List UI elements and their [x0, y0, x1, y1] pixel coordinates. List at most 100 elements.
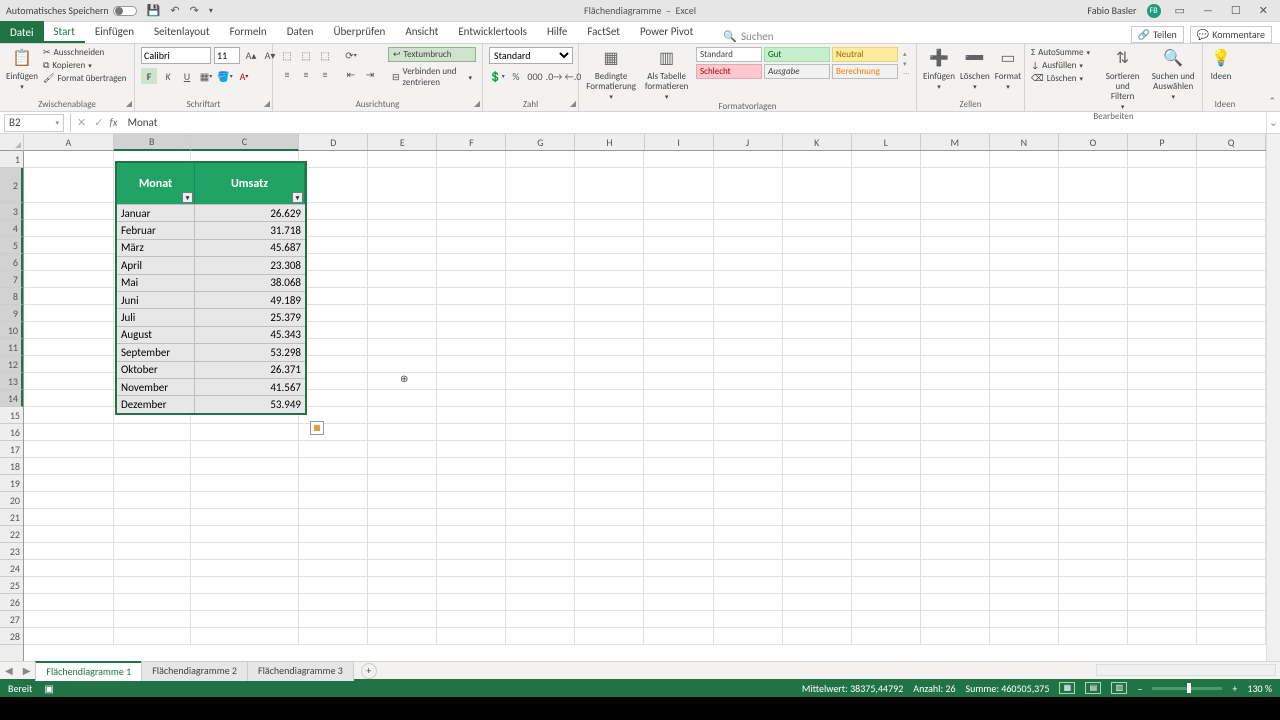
- ribbon-tab-formeln[interactable]: Formeln: [220, 22, 277, 43]
- table-row[interactable]: Mai38.068: [117, 274, 305, 291]
- cut-button[interactable]: ✂Ausschneiden: [43, 47, 127, 58]
- column-header-I[interactable]: I: [645, 134, 714, 150]
- row-header-16[interactable]: 16: [0, 424, 23, 441]
- cell-style-gut[interactable]: Gut: [764, 47, 830, 62]
- row-header-13[interactable]: 13: [0, 373, 23, 390]
- qat-customize-icon[interactable]: ▾: [209, 6, 213, 16]
- comma-format-icon[interactable]: 000: [527, 68, 543, 84]
- comments-button[interactable]: 💬Kommentare: [1190, 26, 1272, 43]
- row-header-10[interactable]: 10: [0, 322, 23, 339]
- row-header-2[interactable]: 2: [0, 168, 23, 203]
- ribbon-tab-hilfe[interactable]: Hilfe: [537, 22, 577, 43]
- font-launcher-icon[interactable]: ◢: [264, 99, 270, 109]
- autosum-button[interactable]: ΣAutoSumme▾: [1031, 47, 1095, 58]
- ribbon-tab-entwicklertools[interactable]: Entwicklertools: [448, 22, 537, 43]
- fx-icon[interactable]: fx: [109, 116, 117, 129]
- row-header-4[interactable]: 4: [0, 220, 23, 237]
- increase-indent-icon[interactable]: ⇥: [362, 66, 378, 82]
- row-header-21[interactable]: 21: [0, 509, 23, 526]
- table-row[interactable]: September53.298: [117, 343, 305, 360]
- cell-style-berechnung[interactable]: Berechnung: [832, 64, 898, 79]
- table-row[interactable]: Februar31.718: [117, 221, 305, 238]
- horizontal-scrollbar[interactable]: [1096, 664, 1276, 676]
- normal-view-icon[interactable]: ▦: [1059, 682, 1075, 694]
- ribbon-display-icon[interactable]: ▭: [1171, 4, 1189, 17]
- enter-formula-icon[interactable]: ✓: [94, 116, 103, 129]
- font-color-button[interactable]: A▾: [236, 68, 252, 84]
- column-header-N[interactable]: N: [990, 134, 1059, 150]
- column-header-F[interactable]: F: [437, 134, 506, 150]
- filter-icon[interactable]: ▾: [182, 192, 193, 203]
- table-row[interactable]: November41.567: [117, 378, 305, 395]
- page-break-view-icon[interactable]: ▥: [1111, 682, 1127, 694]
- format-as-table-button[interactable]: ▥Als Tabelle formatieren▾: [642, 47, 691, 100]
- table-row[interactable]: März45.687: [117, 239, 305, 256]
- table-row[interactable]: August45.343: [117, 326, 305, 343]
- row-header-12[interactable]: 12: [0, 356, 23, 373]
- row-header-28[interactable]: 28: [0, 628, 23, 645]
- ribbon-tab-factset[interactable]: FactSet: [577, 22, 630, 43]
- ribbon-tab-ansicht[interactable]: Ansicht: [395, 22, 448, 43]
- cancel-formula-icon[interactable]: ✕: [77, 116, 86, 129]
- row-header-26[interactable]: 26: [0, 594, 23, 611]
- zoom-in-icon[interactable]: +: [1232, 682, 1237, 695]
- bold-button[interactable]: F: [141, 68, 157, 84]
- copy-button[interactable]: ⧉Kopieren▾: [43, 60, 127, 71]
- sheet-tab-1[interactable]: Flächendiagramme 2: [141, 661, 248, 681]
- table-row[interactable]: Januar26.629: [117, 204, 305, 221]
- table-row[interactable]: Juli25.379: [117, 308, 305, 325]
- column-header-L[interactable]: L: [852, 134, 921, 150]
- font-name-input[interactable]: [141, 47, 211, 64]
- align-left-icon[interactable]: ≡: [279, 66, 295, 82]
- sheet-tab-0[interactable]: Flächendiagramme 1: [35, 661, 142, 681]
- row-header-18[interactable]: 18: [0, 458, 23, 475]
- sheet-nav-next-icon[interactable]: ▶: [18, 664, 36, 677]
- column-header-O[interactable]: O: [1059, 134, 1128, 150]
- decrease-indent-icon[interactable]: ⇤: [343, 66, 359, 82]
- sort-filter-button[interactable]: ⇅Sortieren und Filtern▾: [1100, 47, 1146, 110]
- sheet-nav-prev-icon[interactable]: ◀: [0, 664, 18, 677]
- column-header-D[interactable]: D: [299, 134, 368, 150]
- ribbon-tab-daten[interactable]: Daten: [277, 22, 324, 43]
- row-header-27[interactable]: 27: [0, 611, 23, 628]
- align-bottom-icon[interactable]: ⬚: [317, 47, 333, 63]
- align-right-icon[interactable]: ≡: [317, 66, 333, 82]
- table-row[interactable]: Oktober26.371: [117, 361, 305, 378]
- name-box[interactable]: B2▾: [4, 114, 64, 132]
- file-tab[interactable]: Datei: [0, 21, 44, 43]
- row-headers[interactable]: 1234567891011121314151617181920212223242…: [0, 151, 24, 661]
- column-header-H[interactable]: H: [575, 134, 644, 150]
- number-launcher-icon[interactable]: ◢: [570, 99, 576, 109]
- table-row[interactable]: Dezember53.949: [117, 395, 305, 412]
- border-button[interactable]: ▦▾: [198, 68, 214, 84]
- font-size-input[interactable]: [214, 47, 240, 64]
- maximize-icon[interactable]: ☐: [1227, 4, 1245, 17]
- underline-button[interactable]: U: [179, 68, 195, 84]
- accounting-format-icon[interactable]: 💲▾: [489, 68, 505, 84]
- clear-button[interactable]: ⌫Löschen▾: [1031, 73, 1095, 84]
- align-middle-icon[interactable]: ⬚: [298, 47, 314, 63]
- ribbon-tab-seitenlayout[interactable]: Seitenlayout: [144, 22, 220, 43]
- ribbon-tab-power pivot[interactable]: Power Pivot: [630, 22, 703, 43]
- cell-style-standard[interactable]: Standard: [696, 47, 762, 62]
- row-header-7[interactable]: 7: [0, 271, 23, 288]
- alignment-launcher-icon[interactable]: ◢: [474, 99, 480, 109]
- percent-format-icon[interactable]: %: [508, 68, 524, 84]
- row-header-17[interactable]: 17: [0, 441, 23, 458]
- user-avatar[interactable]: FB: [1147, 4, 1161, 18]
- row-header-8[interactable]: 8: [0, 288, 23, 305]
- zoom-slider[interactable]: [1152, 687, 1222, 690]
- ribbon-tab-start[interactable]: Start: [44, 22, 85, 43]
- row-header-3[interactable]: 3: [0, 203, 23, 220]
- column-header-Q[interactable]: Q: [1197, 134, 1266, 150]
- zoom-level[interactable]: 130 %: [1247, 682, 1272, 695]
- align-center-icon[interactable]: ≡: [298, 66, 314, 82]
- row-header-23[interactable]: 23: [0, 543, 23, 560]
- row-header-9[interactable]: 9: [0, 305, 23, 322]
- column-header-A[interactable]: A: [24, 134, 114, 150]
- undo-icon[interactable]: ↶: [170, 4, 179, 17]
- user-name[interactable]: Fabio Basler: [1087, 4, 1136, 17]
- row-header-1[interactable]: 1: [0, 151, 23, 168]
- collapse-ribbon-icon[interactable]: ⌃: [1268, 96, 1276, 107]
- wrap-text-button[interactable]: ↩Textumbruch: [388, 47, 476, 62]
